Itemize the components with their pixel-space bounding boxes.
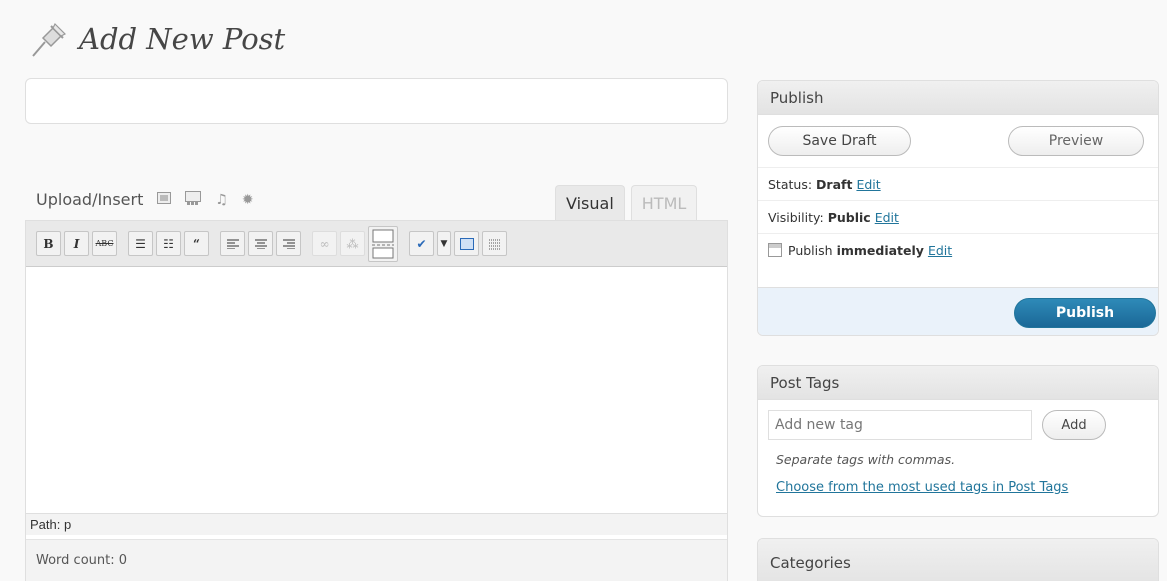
categories-box: Categories [757,538,1159,581]
page-title: Add New Post [79,22,286,56]
publish-button[interactable]: Publish [1014,298,1156,328]
unlink-icon[interactable]: ⁂ [340,231,365,256]
post-tags-title: Post Tags [758,366,1158,400]
visibility-label: Visibility: [768,209,824,225]
ordered-list-icon[interactable]: ☷ [156,231,181,256]
calendar-icon [768,243,782,257]
spellcheck-icon[interactable]: ✔ [409,231,434,256]
link-icon[interactable]: ∞ [312,231,337,256]
blockquote-icon[interactable]: “ [184,231,209,256]
publish-date-label: Publish [788,242,833,258]
tab-html[interactable]: HTML [630,185,698,221]
publish-date-row: Publish immediately Edit [758,233,1158,266]
visibility-edit-link[interactable]: Edit [875,210,899,225]
align-right-icon[interactable] [276,231,301,256]
audio-icon[interactable]: ♫ [215,192,228,208]
fullscreen-icon[interactable] [454,231,479,256]
word-count: Word count: 0 [26,539,727,581]
preview-button[interactable]: Preview [1008,126,1144,156]
upload-insert-row: Upload/Insert ♫ ✹ [36,190,254,209]
media-icon[interactable]: ✹ [242,192,254,208]
publish-date-edit-link[interactable]: Edit [928,243,952,258]
post-tags-box: Post Tags Add Separate tags with commas.… [757,365,1159,517]
post-editor: B I ABC ☰ ☷ “ ∞ ⁂ ✔ ▼ Path: p Word count… [25,220,728,581]
add-tag-button[interactable]: Add [1042,410,1106,440]
pin-icon [25,16,71,62]
post-title-input[interactable] [25,78,728,124]
publish-box-title: Publish [758,81,1158,115]
status-row: Status: Draft Edit [758,167,1158,200]
status-label: Status: [768,176,813,192]
editor-tabs: Visual HTML [555,185,703,221]
dropdown-icon[interactable]: ▼ [437,231,451,256]
image-icon[interactable] [157,191,172,208]
visibility-value: Public [827,209,871,225]
align-center-icon[interactable] [248,231,273,256]
most-used-tags-link[interactable]: Choose from the most used tags in Post T… [758,467,1158,495]
publish-date-value: immediately [836,242,924,258]
align-left-icon[interactable] [220,231,245,256]
gallery-icon[interactable] [185,190,202,209]
categories-title: Categories [758,539,1158,581]
publish-box: Publish Save Draft Preview Status: Draft… [757,80,1159,336]
page-header: Add New Post [25,14,285,64]
visibility-row: Visibility: Public Edit [758,200,1158,233]
new-tag-input[interactable] [768,410,1032,440]
kitchen-sink-icon[interactable] [482,231,507,256]
upload-insert-label: Upload/Insert [36,190,144,209]
status-edit-link[interactable]: Edit [856,177,880,192]
more-tag-icon[interactable] [368,225,398,262]
tags-input-row: Add [758,400,1158,440]
tab-visual[interactable]: Visual [555,185,625,221]
save-draft-button[interactable]: Save Draft [768,126,911,156]
italic-icon[interactable]: I [64,231,89,256]
tags-hint: Separate tags with commas. [776,452,956,467]
publish-footer: Publish [758,287,1158,335]
strikethrough-icon[interactable]: ABC [92,231,117,256]
bold-icon[interactable]: B [36,231,61,256]
editor-toolbar: B I ABC ☰ ☷ “ ∞ ⁂ ✔ ▼ [26,221,727,267]
editor-path: Path: p [26,513,727,535]
unordered-list-icon[interactable]: ☰ [128,231,153,256]
publish-actions: Save Draft Preview [758,115,1158,167]
status-value: Draft [816,176,853,192]
editor-content-area[interactable] [26,267,727,513]
